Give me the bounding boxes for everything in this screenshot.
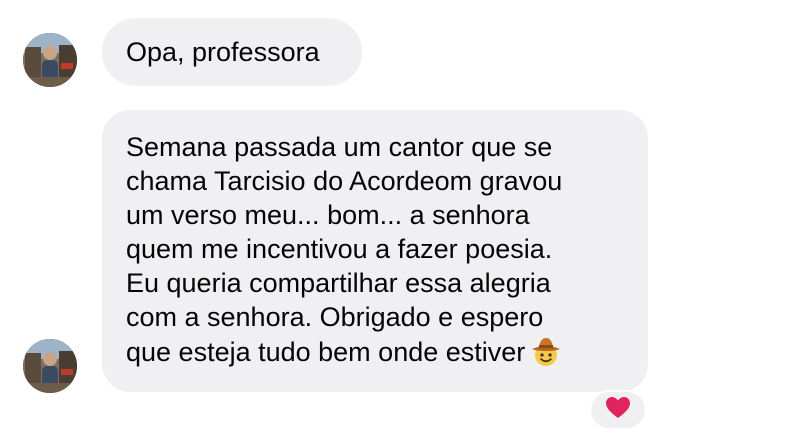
message-line: que esteja tudo bem onde estiver <box>126 337 526 367</box>
avatar-photo <box>23 339 77 393</box>
reaction-badge[interactable] <box>589 390 647 430</box>
sender-avatar[interactable] <box>23 33 77 87</box>
red-heart-icon <box>605 396 631 425</box>
sender-avatar[interactable] <box>23 339 77 393</box>
message-line: um verso meu... bom... a senhora <box>126 200 530 230</box>
message-line: Semana passada um cantor que se <box>126 132 553 162</box>
avatar-photo <box>23 33 77 87</box>
message-line: quem me incentivou a fazer poesia. <box>126 234 553 264</box>
message-text: Opa, professora <box>126 37 320 67</box>
message-bubble[interactable]: Opa, professora <box>102 18 362 86</box>
message-line: Eu queria compartilhar essa alegria <box>126 268 551 298</box>
message-line: chama Tarcisio do Acordeom gravou <box>126 166 563 196</box>
message-line-last: que esteja tudo bem onde estiver <box>126 334 624 369</box>
message-bubble[interactable]: Semana passada um cantor que se chama Ta… <box>102 110 648 392</box>
cowboy-hat-face-icon <box>529 334 563 368</box>
message-line: com a senhora. Obrigado e espero <box>126 302 544 332</box>
